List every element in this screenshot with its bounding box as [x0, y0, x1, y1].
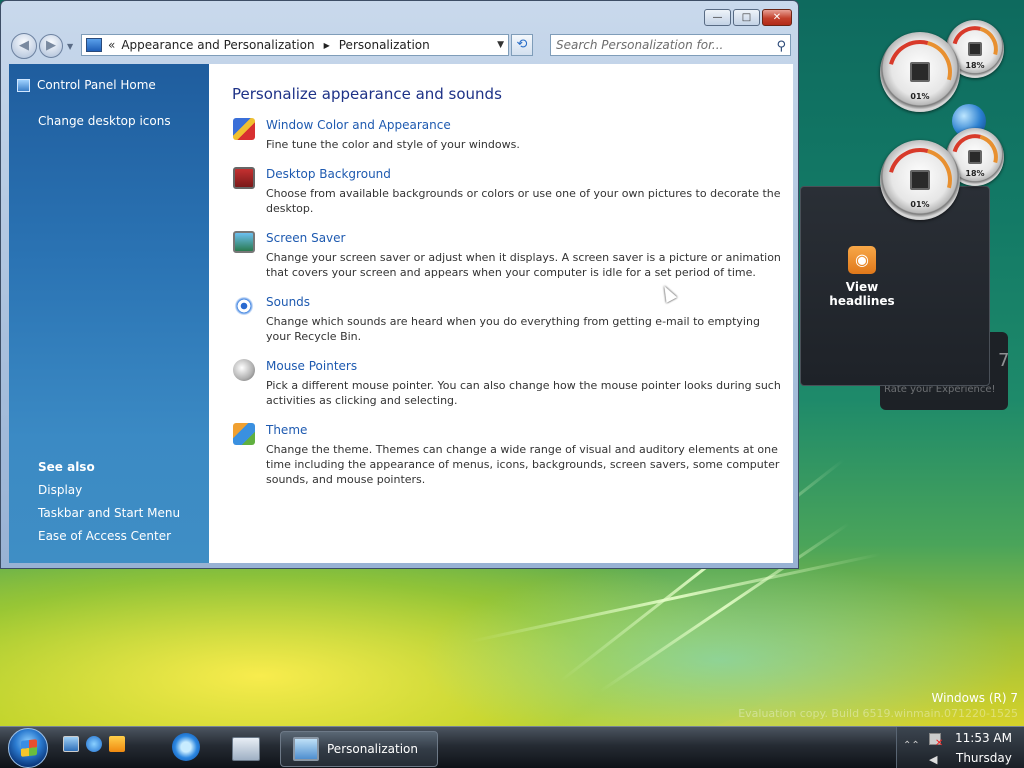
refresh-button[interactable]: ⟲: [511, 34, 533, 56]
rating-gadget-number: 7: [998, 350, 1010, 371]
taskbar-personalization-button[interactable]: Personalization: [280, 731, 438, 767]
sounds-link[interactable]: Sounds: [266, 295, 310, 309]
window-color-desc: Fine tune the color and style of your wi…: [266, 138, 520, 151]
address-dropdown-icon[interactable]: ▼: [497, 40, 504, 50]
rss-icon[interactable]: ◉: [848, 246, 876, 274]
breadcrumb-separator-icon[interactable]: ▶: [324, 41, 330, 50]
forward-button[interactable]: ▶: [39, 34, 63, 58]
taskbar: Personalization ⌃⌃ ✕ ◀ 11:53 AM Thursday: [0, 726, 1024, 768]
cpu-meter-gadget[interactable]: 01%: [876, 136, 964, 224]
taskbar-task-label: Personalization: [327, 742, 418, 756]
search-icon[interactable]: ⚲: [776, 37, 786, 57]
clock-day[interactable]: Thursday: [956, 751, 1012, 765]
search-placeholder: Search Personalization for...: [556, 38, 724, 52]
task-pane: Control Panel Home Change desktop icons …: [9, 64, 209, 563]
recent-pages-dropdown[interactable]: ▼: [67, 42, 75, 51]
task-theme: Theme Change the theme. Themes can chang…: [233, 423, 783, 493]
address-overflow-chevron[interactable]: «: [108, 38, 115, 52]
task-window-color: Window Color and Appearance Fine tune th…: [233, 118, 783, 158]
see-also-taskbar-link[interactable]: Taskbar and Start Menu: [38, 506, 180, 520]
task-mouse-pointers: Mouse Pointers Pick a different mouse po…: [233, 359, 783, 414]
control-panel-icon: [86, 38, 102, 52]
breadcrumb-personalization[interactable]: Personalization: [339, 38, 430, 52]
mouse-pointers-link[interactable]: Mouse Pointers: [266, 359, 357, 373]
mouse-pointers-icon: [233, 359, 255, 381]
cpu-usage-value: 01%: [910, 91, 930, 101]
forward-arrow-icon: ▶: [46, 38, 56, 53]
cpu-chip-icon: [910, 62, 930, 82]
screen-saver-icon: [233, 231, 255, 253]
change-desktop-icons-link[interactable]: Change desktop icons: [38, 114, 171, 128]
sounds-desc: Change which sounds are heard when you d…: [266, 315, 760, 343]
volume-icon[interactable]: ◀: [929, 753, 937, 766]
breadcrumb-appearance[interactable]: Appearance and Personalization: [121, 38, 314, 52]
desktop-background-link[interactable]: Desktop Background: [266, 167, 391, 181]
media-player-quicklaunch-icon[interactable]: [109, 736, 125, 752]
task-desktop-background: Desktop Background Choose from available…: [233, 167, 783, 222]
desktop-background-icon: [233, 167, 255, 189]
theme-icon: [233, 423, 255, 445]
network-error-icon: ✕: [935, 738, 944, 749]
windows-logo-icon: [21, 739, 37, 757]
screen-saver-desc: Change your screen saver or adjust when …: [266, 251, 781, 279]
window-color-link[interactable]: Window Color and Appearance: [266, 118, 451, 132]
control-panel-home-icon: [17, 79, 30, 92]
mouse-pointers-desc: Pick a different mouse pointer. You can …: [266, 379, 781, 407]
windows-explorer-taskbar-icon[interactable]: [228, 731, 264, 765]
view-headlines-button[interactable]: View headlines: [812, 280, 912, 308]
theme-desc: Change the theme. Themes can change a wi…: [266, 443, 780, 486]
refresh-icon: ⟲: [516, 37, 528, 52]
start-button[interactable]: [8, 728, 48, 768]
screen-saver-link[interactable]: Screen Saver: [266, 231, 345, 245]
watermark-build: Evaluation copy. Build 6519.winmain.0712…: [738, 707, 1018, 720]
minimize-button[interactable]: —: [704, 9, 731, 26]
watermark-title: Windows (R) 7: [931, 691, 1018, 705]
notification-area: ⌃⌃ ✕ ◀ 11:53 AM Thursday: [896, 727, 1024, 768]
back-button[interactable]: ◀: [11, 33, 37, 59]
cpu-meter-gadget[interactable]: 01%: [876, 28, 964, 116]
clock-time[interactable]: 11:53 AM: [955, 731, 1012, 745]
task-sounds: Sounds Change which sounds are heard whe…: [233, 295, 783, 350]
see-also-display-link[interactable]: Display: [38, 483, 82, 497]
close-button[interactable]: ✕: [762, 9, 792, 26]
address-bar[interactable]: « Appearance and Personalization ▶ Perso…: [81, 34, 509, 56]
page-title: Personalize appearance and sounds: [232, 85, 502, 103]
show-desktop-icon[interactable]: [63, 736, 79, 752]
maximize-button[interactable]: □: [733, 9, 760, 26]
cpu-usage-value: 01%: [910, 199, 930, 209]
content-pane: Personalize appearance and sounds Window…: [209, 64, 793, 563]
memory-chip-icon: [968, 42, 982, 56]
see-also-ease-of-access-link[interactable]: Ease of Access Center: [38, 529, 171, 543]
windows-watermark: Windows (R) 7 Evaluation copy. Build 651…: [738, 690, 1018, 722]
personalization-window[interactable]: — □ ✕ ◀ ▶ ▼ « Appearance and Personaliza…: [0, 0, 799, 569]
window-color-icon: [233, 118, 255, 140]
internet-explorer-taskbar-icon[interactable]: [168, 731, 204, 765]
theme-link[interactable]: Theme: [266, 423, 307, 437]
search-input[interactable]: Search Personalization for... ⚲: [550, 34, 791, 56]
sounds-icon: [233, 295, 255, 317]
desktop-background-desc: Choose from available backgrounds or col…: [266, 187, 781, 215]
show-hidden-icons-button[interactable]: ⌃⌃: [903, 740, 920, 751]
task-screen-saver: Screen Saver Change your screen saver or…: [233, 231, 783, 286]
back-arrow-icon: ◀: [19, 38, 29, 53]
see-also-heading: See also: [38, 460, 95, 474]
memory-chip-icon: [968, 150, 982, 164]
internet-explorer-quicklaunch-icon[interactable]: [86, 736, 102, 752]
window-controls: — □ ✕: [704, 9, 792, 26]
cpu-chip-icon: [910, 170, 930, 190]
personalization-taskbar-icon: [293, 737, 319, 761]
control-panel-home-link[interactable]: Control Panel Home: [37, 78, 156, 92]
